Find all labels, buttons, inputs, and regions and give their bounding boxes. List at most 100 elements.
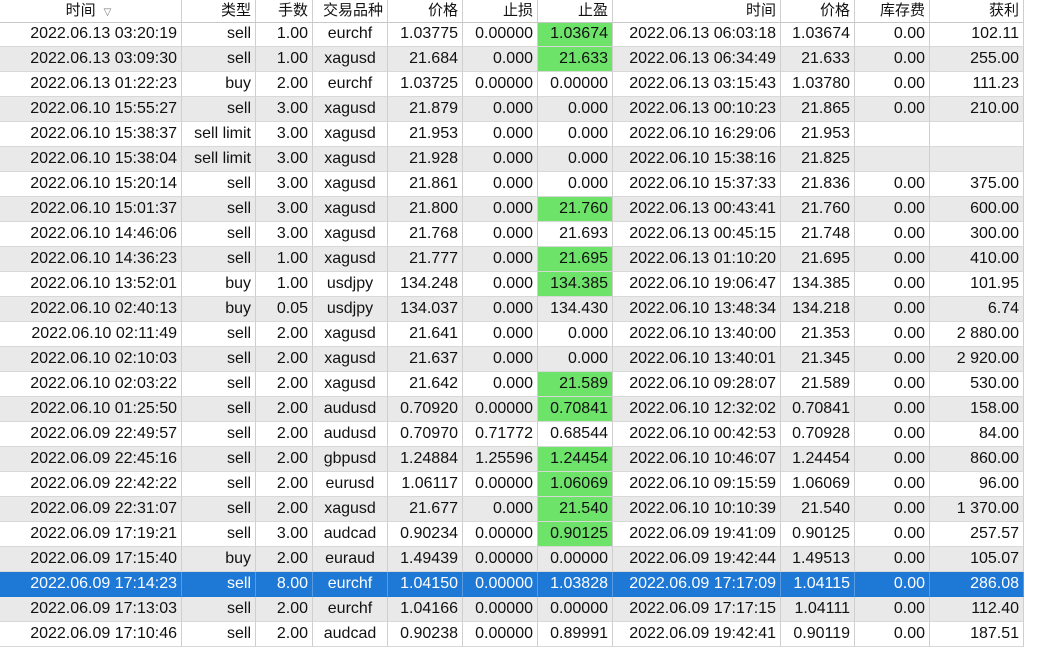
cell-type: buy [182,272,256,297]
cell-profit [930,122,1024,147]
cell-type: sell [182,322,256,347]
cell-open-time: 2022.06.10 02:11:49 [0,322,182,347]
cell-open-price: 21.677 [388,497,463,522]
cell-volume: 2.00 [256,72,313,97]
table-row[interactable]: 2022.06.10 15:38:04 sell limit 3.00 xagusd 2… [0,147,1024,172]
cell-volume: 0.05 [256,297,313,322]
col-header-profit[interactable]: 获利 [930,0,1024,22]
table-row[interactable]: 2022.06.09 17:14:23 sell 8.00 eurchf 1.04150… [0,572,1024,597]
cell-close-price: 1.03674 [781,22,855,47]
col-header-close-time[interactable]: 时间 [613,0,781,22]
cell-symbol: xagusd [313,372,388,397]
table-row[interactable]: 2022.06.10 15:38:37 sell limit 3.00 xagusd 2… [0,122,1024,147]
table-row[interactable]: 2022.06.09 22:49:57 sell 2.00 audusd 0.70970… [0,422,1024,447]
cell-symbol: audcad [313,522,388,547]
cell-type: sell [182,247,256,272]
table-row[interactable]: 2022.06.13 03:20:19 sell 1.00 eurchf 1.03775… [0,22,1024,47]
cell-type: sell [182,347,256,372]
cell-close-time: 2022.06.09 19:42:41 [613,622,781,647]
cell-close-price: 21.748 [781,222,855,247]
col-header-open-time[interactable]: 时间 ▽ [0,0,182,22]
table-row[interactable]: 2022.06.10 15:20:14 sell 3.00 xagusd 21.861 0… [0,172,1024,197]
cell-profit: 286.08 [930,572,1024,597]
col-header-stop-loss[interactable]: 止损 [463,0,538,22]
cell-profit: 2 880.00 [930,322,1024,347]
trade-history-table[interactable]: 时间 ▽ 类型 手数 交易品种 价格 止损 止盈 时间 价格 库存费 获利 202… [0,0,1045,662]
cell-volume: 2.00 [256,322,313,347]
cell-take-profit: 0.68544 [538,422,613,447]
table-row[interactable]: 2022.06.10 02:40:13 buy 0.05 usdjpy 134.037 0… [0,297,1024,322]
cell-close-time: 2022.06.09 17:17:09 [613,572,781,597]
table-row[interactable]: 2022.06.10 13:52:01 buy 1.00 usdjpy 134.248 0… [0,272,1024,297]
col-header-take-profit[interactable]: 止盈 [538,0,613,22]
table-row[interactable]: 2022.06.10 15:55:27 sell 3.00 xagusd 21.879 0… [0,97,1024,122]
cell-close-price: 21.345 [781,347,855,372]
col-header-close-price[interactable]: 价格 [781,0,855,22]
col-header-open-price[interactable]: 价格 [388,0,463,22]
cell-close-time: 2022.06.13 06:03:18 [613,22,781,47]
scrollbar-track[interactable] [1024,0,1045,662]
cell-profit: 96.00 [930,472,1024,497]
col-header-symbol[interactable]: 交易品种 [313,0,388,22]
cell-stop-loss: 0.000 [463,372,538,397]
cell-open-time: 2022.06.09 17:13:03 [0,597,182,622]
cell-volume: 1.00 [256,47,313,72]
cell-open-price: 21.953 [388,122,463,147]
cell-open-time: 2022.06.13 03:20:19 [0,22,182,47]
col-header-swap[interactable]: 库存费 [855,0,930,22]
table-row[interactable]: 2022.06.10 01:25:50 sell 2.00 audusd 0.70920… [0,397,1024,422]
table-row[interactable]: 2022.06.10 14:46:06 sell 3.00 xagusd 21.768 0… [0,222,1024,247]
cell-close-time: 2022.06.10 12:32:02 [613,397,781,422]
cell-close-time: 2022.06.13 01:10:20 [613,247,781,272]
cell-swap: 0.00 [855,622,930,647]
table-row[interactable]: 2022.06.09 22:42:22 sell 2.00 eurusd 1.06117… [0,472,1024,497]
cell-close-price: 21.589 [781,372,855,397]
cell-stop-loss: 0.000 [463,347,538,372]
cell-open-price: 0.90234 [388,522,463,547]
table-row[interactable]: 2022.06.10 15:01:37 sell 3.00 xagusd 21.800 0… [0,197,1024,222]
cell-take-profit: 0.000 [538,122,613,147]
cell-open-price: 134.248 [388,272,463,297]
cell-open-time: 2022.06.09 17:10:46 [0,622,182,647]
cell-close-time: 2022.06.13 00:10:23 [613,97,781,122]
cell-open-price: 21.800 [388,197,463,222]
table-row[interactable]: 2022.06.10 02:10:03 sell 2.00 xagusd 21.637 0… [0,347,1024,372]
cell-profit: 84.00 [930,422,1024,447]
table-row[interactable]: 2022.06.10 14:36:23 sell 1.00 xagusd 21.777 0… [0,247,1024,272]
cell-close-price: 21.953 [781,122,855,147]
cell-open-price: 21.641 [388,322,463,347]
col-header-type[interactable]: 类型 [182,0,256,22]
cell-stop-loss: 0.000 [463,97,538,122]
cell-open-time: 2022.06.10 15:38:04 [0,147,182,172]
table-row[interactable]: 2022.06.13 01:22:23 buy 2.00 eurchf 1.03725 0… [0,72,1024,97]
cell-close-price: 0.90125 [781,522,855,547]
sort-descending-icon[interactable]: ▽ [104,2,112,23]
table-row[interactable]: 2022.06.13 03:09:30 sell 1.00 xagusd 21.684 0… [0,47,1024,72]
cell-close-time: 2022.06.13 06:34:49 [613,47,781,72]
cell-take-profit: 0.90125 [538,522,613,547]
cell-symbol: eurchf [313,597,388,622]
table-row[interactable]: 2022.06.09 22:45:16 sell 2.00 gbpusd 1.24884… [0,447,1024,472]
table-row[interactable]: 2022.06.09 17:13:03 sell 2.00 eurchf 1.04166… [0,597,1024,622]
table-row[interactable]: 2022.06.09 17:10:46 sell 2.00 audcad 0.90238… [0,622,1024,647]
col-header-volume[interactable]: 手数 [256,0,313,22]
cell-type: sell [182,422,256,447]
cell-profit: 255.00 [930,47,1024,72]
cell-profit: 1 370.00 [930,497,1024,522]
cell-symbol: usdjpy [313,297,388,322]
cell-stop-loss: 0.00000 [463,547,538,572]
table-row[interactable]: 2022.06.10 02:03:22 sell 2.00 xagusd 21.642 0… [0,372,1024,397]
cell-take-profit: 0.000 [538,347,613,372]
cell-close-time: 2022.06.10 10:10:39 [613,497,781,522]
table-row[interactable]: 2022.06.09 17:19:21 sell 3.00 audcad 0.90234… [0,522,1024,547]
cell-stop-loss: 0.000 [463,47,538,72]
cell-symbol: audcad [313,622,388,647]
cell-close-price: 21.540 [781,497,855,522]
cell-swap: 0.00 [855,522,930,547]
table-row[interactable]: 2022.06.09 22:31:07 sell 2.00 xagusd 21.677 0… [0,497,1024,522]
table-row[interactable]: 2022.06.09 17:15:40 buy 2.00 euraud 1.49439 0… [0,547,1024,572]
cell-stop-loss: 0.000 [463,122,538,147]
table-row[interactable]: 2022.06.10 02:11:49 sell 2.00 xagusd 21.641 0… [0,322,1024,347]
cell-type: sell [182,447,256,472]
cell-type: sell limit [182,122,256,147]
